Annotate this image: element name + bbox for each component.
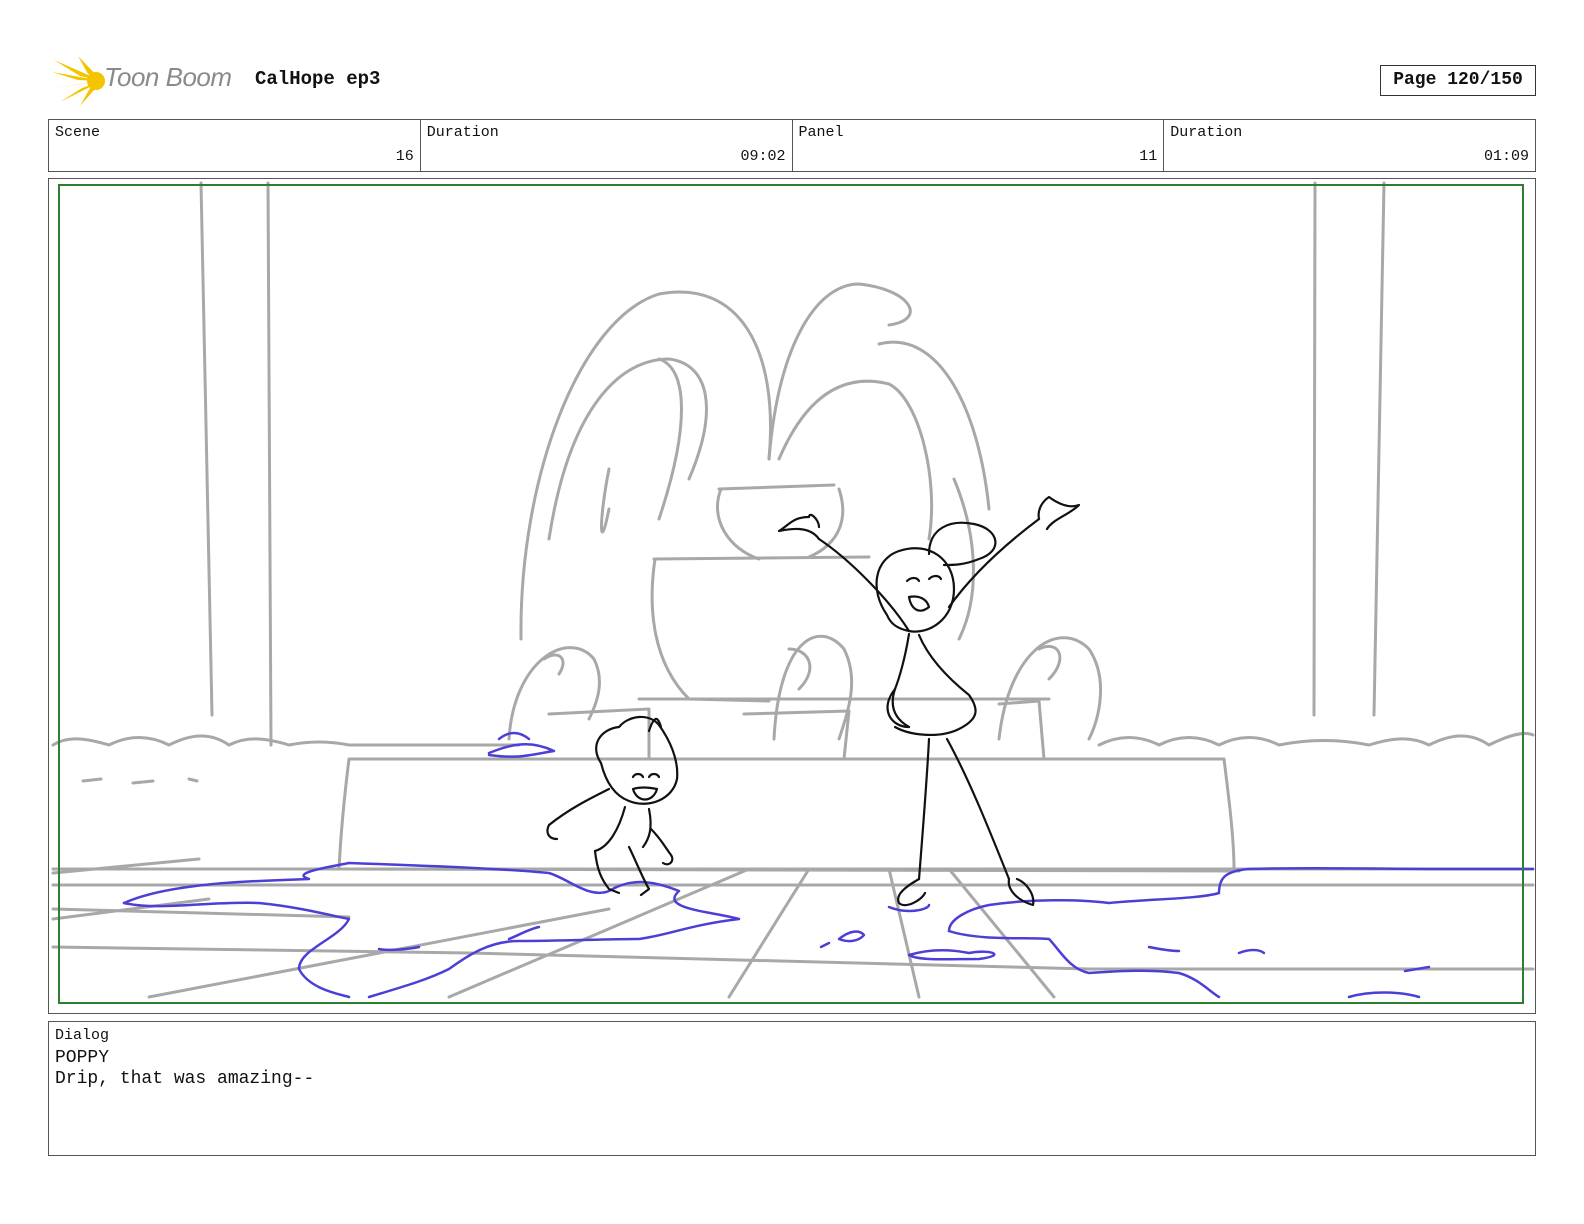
dialog-box: Dialog POPPY Drip, that was amazing-- [48, 1021, 1536, 1156]
dialog-line: Drip, that was amazing-- [55, 1069, 315, 1089]
storyboard-panel [48, 178, 1536, 1014]
scene-label: Scene [55, 124, 101, 141]
scene-cell: Scene 16 [49, 120, 421, 171]
scene-duration-label: Duration [426, 124, 499, 141]
water-puddle [122, 731, 1535, 999]
project-title: CalHope ep3 [255, 68, 381, 90]
scene-duration-cell: Duration 09:02 [421, 120, 793, 171]
panel-label: Panel [798, 124, 844, 141]
scene-duration-value: 09:02 [740, 148, 786, 165]
panel-duration-label: Duration [1170, 124, 1243, 141]
poppy-head [875, 547, 956, 633]
scene-info-bar: Scene 16 Duration 09:02 Panel 11 Duratio… [48, 119, 1536, 172]
dialog-speaker: POPPY [55, 1048, 110, 1068]
page-indicator: Page 120/150 [1380, 65, 1536, 96]
panel-cell: Panel 11 [793, 120, 1165, 171]
panel-drawing [51, 181, 1535, 1004]
scene-value: 16 [395, 148, 414, 165]
logo-text: Toon Boom [104, 62, 232, 92]
panel-value: 11 [1139, 148, 1158, 165]
dialog-label: Dialog [55, 1027, 110, 1044]
background-sketch [51, 181, 1535, 999]
panel-duration-value: 01:09 [1483, 148, 1529, 165]
panel-duration-cell: Duration 01:09 [1164, 120, 1535, 171]
